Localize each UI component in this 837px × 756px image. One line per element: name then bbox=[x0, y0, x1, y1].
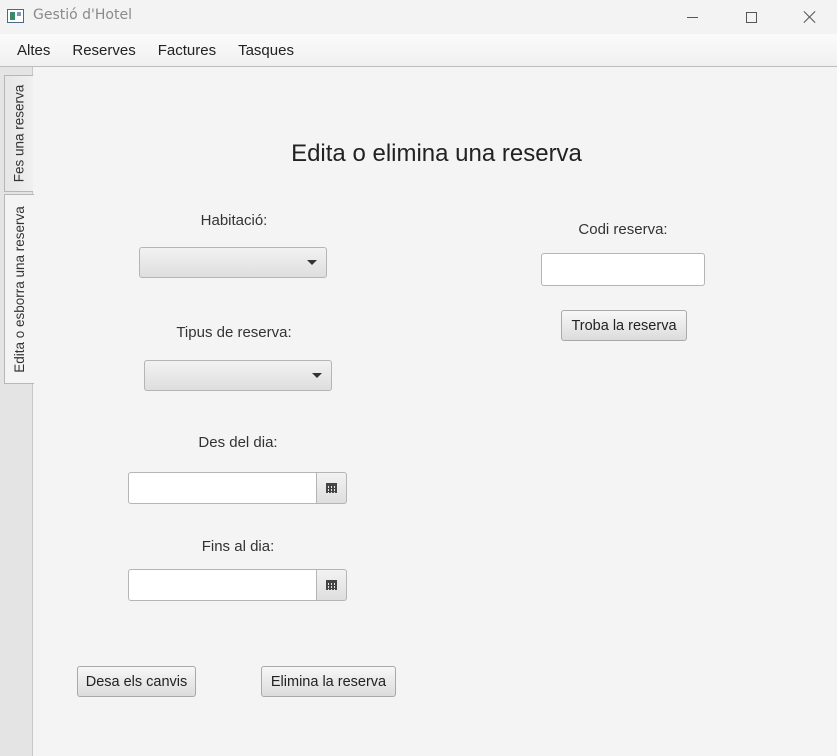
menu-item-altes[interactable]: Altes bbox=[6, 34, 61, 67]
calendar-icon bbox=[326, 580, 337, 590]
menu-item-reserves[interactable]: Reserves bbox=[61, 34, 146, 67]
room-combobox[interactable] bbox=[139, 247, 327, 278]
menu-bar: Altes Reserves Factures Tasques bbox=[0, 34, 837, 67]
title-bar: Gestió d'Hotel bbox=[0, 0, 837, 34]
menu-item-tasques[interactable]: Tasques bbox=[227, 34, 305, 67]
to-date-calendar-button[interactable] bbox=[316, 569, 347, 601]
maximize-button[interactable] bbox=[723, 0, 779, 34]
close-button[interactable] bbox=[782, 0, 837, 34]
from-date-input[interactable] bbox=[128, 472, 317, 504]
tab-fes-una-reserva[interactable]: Fes una reserva bbox=[4, 75, 33, 192]
maximize-icon bbox=[745, 11, 757, 23]
tab-edita-o-esborra-una-reserva[interactable]: Edita o esborra una reserva bbox=[4, 194, 34, 384]
page-title: Edita o elimina una reserva bbox=[34, 140, 837, 168]
save-changes-button[interactable]: Desa els canvis bbox=[77, 666, 196, 697]
to-date-input[interactable] bbox=[128, 569, 317, 601]
from-date-picker bbox=[128, 472, 347, 504]
tab-strip: Fes una reserva Edita o esborra una rese… bbox=[0, 67, 34, 756]
to-date-picker bbox=[128, 569, 347, 601]
reservation-type-label: Tipus de reserva: bbox=[176, 324, 292, 341]
menu-item-factures[interactable]: Factures bbox=[147, 34, 227, 67]
find-reservation-button[interactable]: Troba la reserva bbox=[561, 310, 687, 341]
delete-reservation-button[interactable]: Elimina la reserva bbox=[261, 666, 396, 697]
room-label: Habitació: bbox=[200, 212, 268, 229]
calendar-icon bbox=[326, 483, 337, 493]
chevron-down-icon bbox=[312, 373, 322, 378]
tab-label: Edita o esborra una reserva bbox=[12, 205, 28, 373]
to-date-label: Fins al dia: bbox=[201, 538, 275, 555]
from-date-label: Des del dia: bbox=[198, 434, 278, 451]
code-input[interactable] bbox=[541, 253, 705, 286]
from-date-calendar-button[interactable] bbox=[316, 472, 347, 504]
page-title-text: Edita o elimina una reserva bbox=[291, 140, 582, 167]
tab-label: Fes una reserva bbox=[11, 84, 27, 183]
reservation-type-combobox[interactable] bbox=[144, 360, 332, 391]
code-label: Codi reserva: bbox=[578, 221, 668, 238]
minimize-icon bbox=[686, 16, 698, 18]
app-window-icon bbox=[7, 9, 24, 23]
minimize-button[interactable] bbox=[664, 0, 720, 34]
close-icon bbox=[803, 10, 817, 24]
tab-content: Edita o elimina una reserva Habitació: T… bbox=[34, 68, 837, 756]
chevron-down-icon bbox=[307, 260, 317, 265]
window-title: Gestió d'Hotel bbox=[33, 7, 132, 23]
